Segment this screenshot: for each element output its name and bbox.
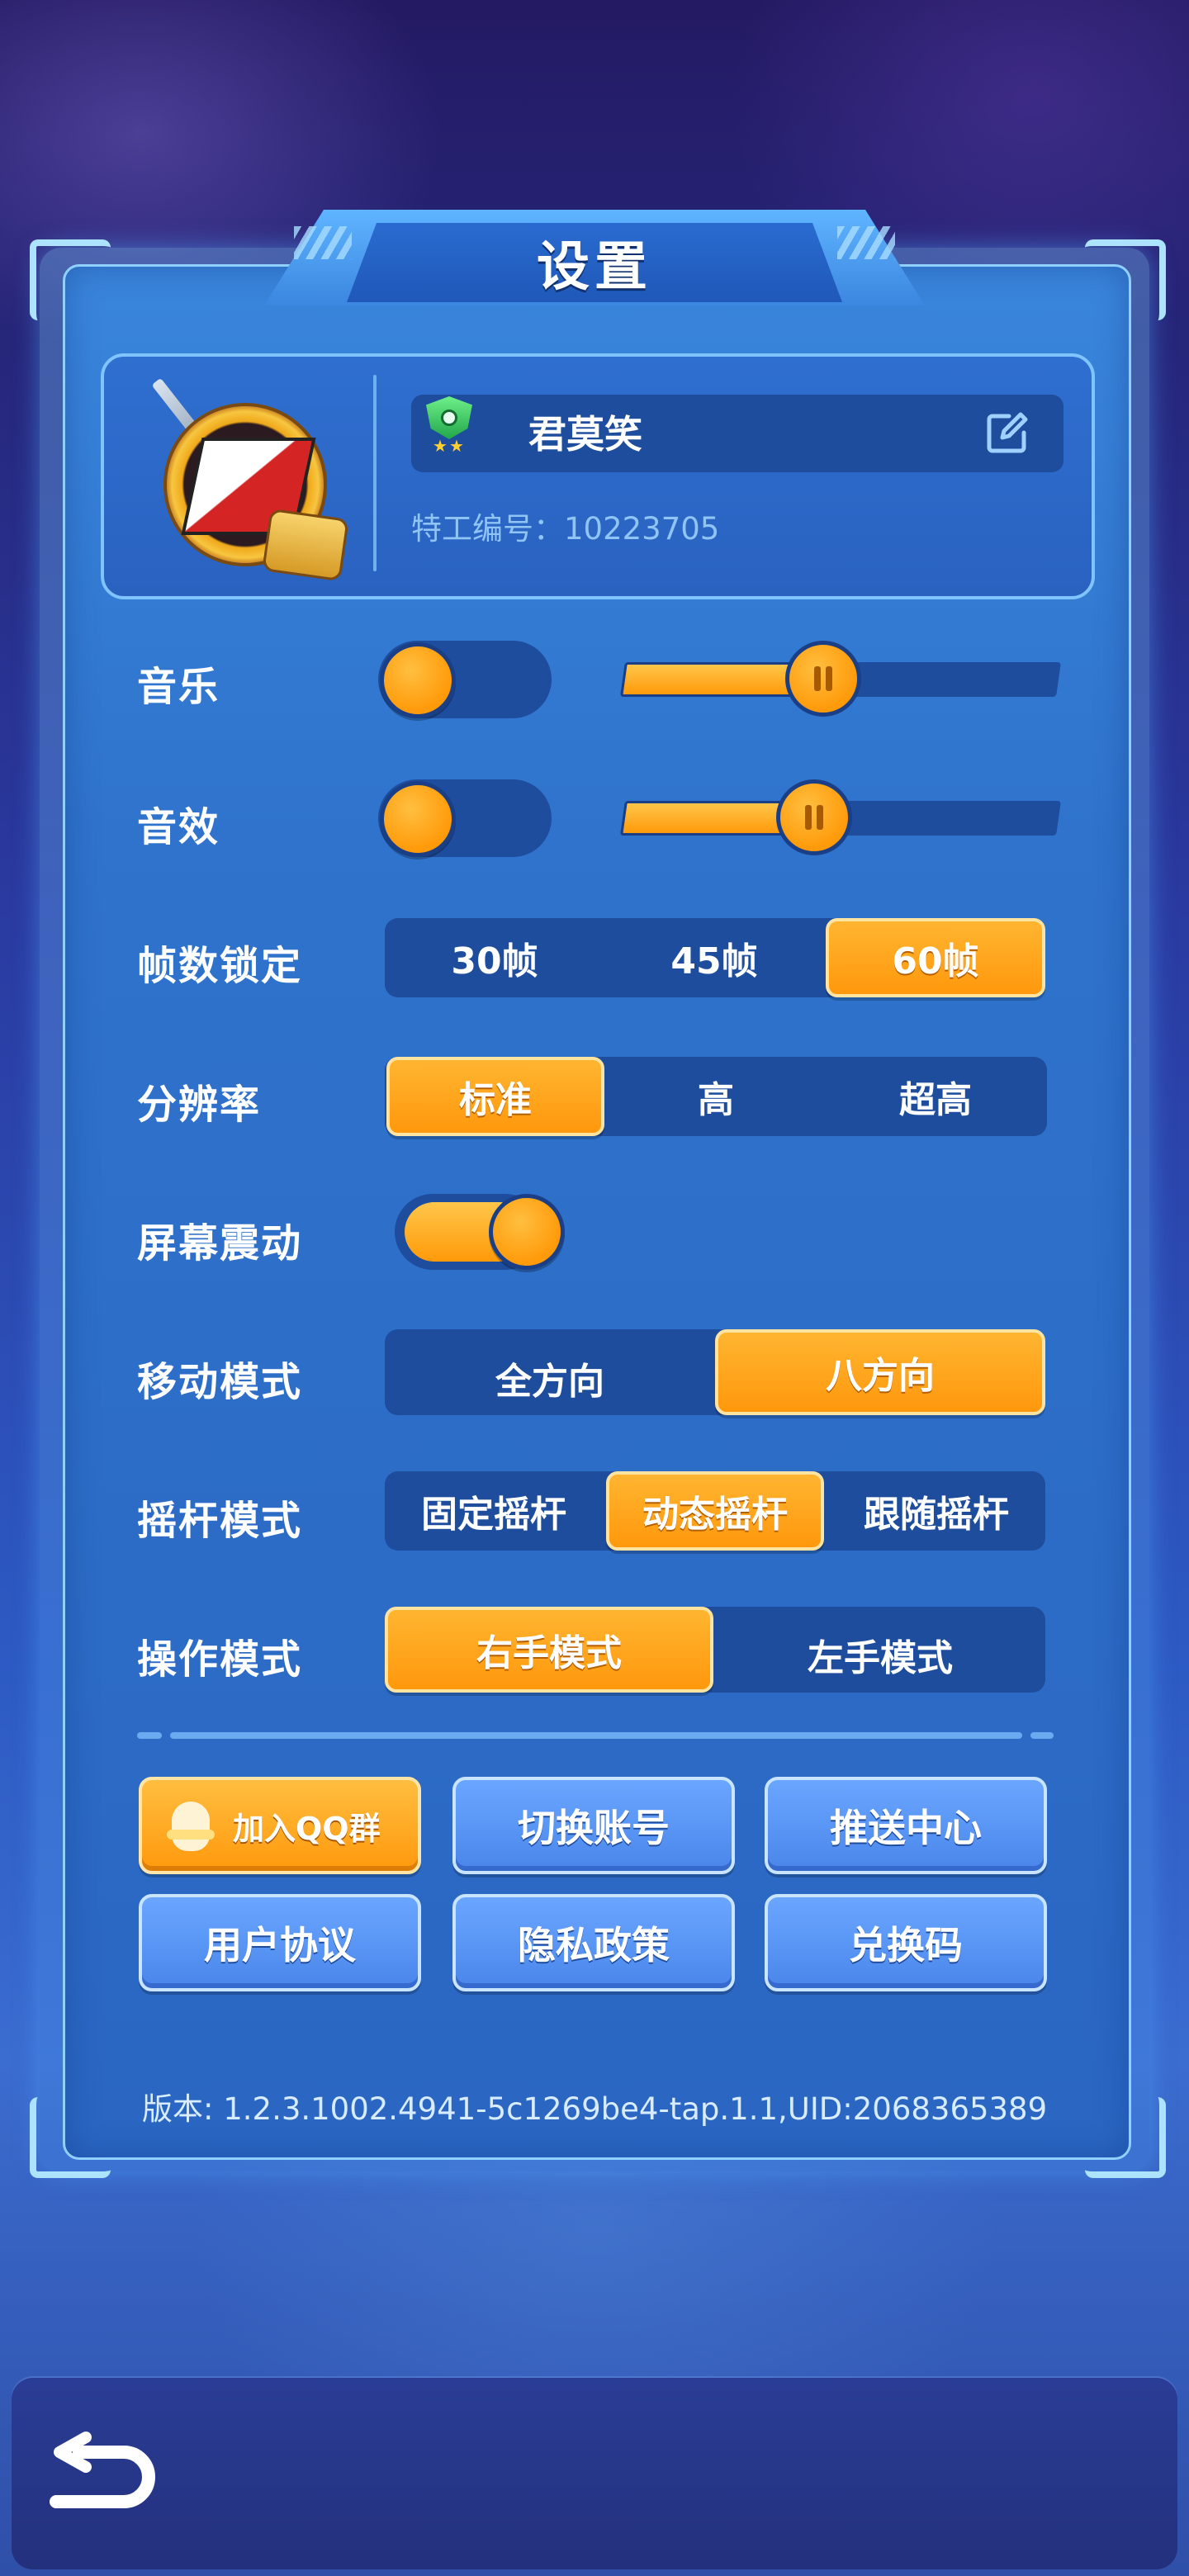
joystick-option-follow[interactable]: 跟随摇杆	[827, 1471, 1045, 1551]
music-volume-handle[interactable]	[785, 641, 861, 717]
sfx-volume-handle[interactable]	[776, 779, 852, 855]
control-mode-label: 操作模式	[137, 1636, 303, 1683]
resolution-option-ultra[interactable]: 超高	[826, 1057, 1045, 1136]
joystick-mode-selector: 固定摇杆 动态摇杆 跟随摇杆	[385, 1471, 1045, 1551]
title-stripe-decoration	[837, 226, 895, 259]
music-toggle-knob[interactable]	[380, 642, 456, 718]
privacy-policy-label: 隐私政策	[518, 1923, 670, 1968]
section-divider	[170, 1732, 1022, 1739]
title-stripe-decoration	[294, 226, 352, 259]
framerate-selector: 30帧 45帧 60帧	[385, 918, 1045, 997]
control-option-left-hand[interactable]: 左手模式	[715, 1607, 1045, 1693]
music-label: 音乐	[137, 664, 220, 710]
player-name-bar	[411, 395, 1063, 472]
panel-corner-decoration	[30, 2097, 111, 2178]
resolution-option-high[interactable]: 高	[606, 1057, 826, 1136]
join-qq-group-button[interactable]: 加入QQ群	[139, 1777, 421, 1874]
move-mode-option-eight[interactable]: 八方向	[715, 1329, 1045, 1415]
resolution-selector: 标准 高 超高	[385, 1057, 1047, 1136]
joystick-option-fixed[interactable]: 固定摇杆	[385, 1471, 603, 1551]
bottom-bar	[12, 2378, 1177, 2569]
player-name: 君莫笑	[528, 412, 642, 457]
sfx-label: 音效	[137, 804, 220, 850]
panel-corner-decoration	[30, 239, 111, 320]
page-title-text: 设置	[537, 237, 652, 298]
sfx-toggle-knob[interactable]	[380, 781, 456, 857]
framerate-label: 帧数锁定	[137, 943, 303, 989]
resolution-label: 分辨率	[137, 1082, 262, 1128]
panel-corner-decoration	[1085, 2097, 1166, 2178]
framerate-option-30[interactable]: 30帧	[385, 918, 604, 997]
back-arrow-icon[interactable]	[41, 2427, 165, 2518]
coins-icon	[262, 508, 349, 582]
control-option-right-hand[interactable]: 右手模式	[385, 1607, 713, 1693]
qq-penguin-icon	[165, 1798, 216, 1858]
push-center-button[interactable]: 推送中心	[765, 1777, 1047, 1874]
framerate-option-60[interactable]: 60帧	[826, 918, 1045, 997]
switch-account-label: 切换账号	[518, 1806, 670, 1850]
privacy-policy-button[interactable]: 隐私政策	[452, 1894, 735, 1991]
redeem-code-button[interactable]: 兑换码	[765, 1894, 1047, 1991]
move-mode-label: 移动模式	[137, 1359, 303, 1405]
edit-icon[interactable]	[984, 410, 1030, 456]
page-title: 设置	[347, 223, 842, 302]
switch-account-button[interactable]: 切换账号	[452, 1777, 735, 1874]
section-divider	[137, 1732, 162, 1739]
section-divider	[1030, 1732, 1054, 1739]
join-qq-group-label: 加入QQ群	[233, 1810, 381, 1847]
joystick-option-dynamic[interactable]: 动态摇杆	[606, 1471, 824, 1551]
panel-corner-decoration	[1085, 239, 1166, 320]
control-mode-selector: 右手模式 左手模式	[385, 1607, 1045, 1693]
version-info: 版本: 1.2.3.1002.4941-5c1269be4-tap.1.1,UI…	[142, 2091, 1048, 2127]
profile-divider	[373, 375, 377, 571]
rank-badge-icon: ★ ★	[421, 396, 477, 454]
joystick-mode-label: 摇杆模式	[137, 1498, 303, 1544]
move-mode-option-omni[interactable]: 全方向	[385, 1329, 715, 1415]
move-mode-selector: 全方向 八方向	[385, 1329, 1045, 1415]
shake-toggle-knob[interactable]	[489, 1194, 565, 1270]
shake-label: 屏幕震动	[137, 1220, 303, 1267]
user-agreement-label: 用户协议	[204, 1923, 356, 1968]
push-center-label: 推送中心	[830, 1806, 982, 1850]
redeem-code-label: 兑换码	[849, 1923, 963, 1968]
resolution-option-standard[interactable]: 标准	[386, 1057, 604, 1136]
agent-id: 特工编号：10223705	[411, 511, 720, 547]
framerate-option-45[interactable]: 45帧	[604, 918, 824, 997]
avatar[interactable]	[142, 373, 349, 582]
user-agreement-button[interactable]: 用户协议	[139, 1894, 421, 1991]
